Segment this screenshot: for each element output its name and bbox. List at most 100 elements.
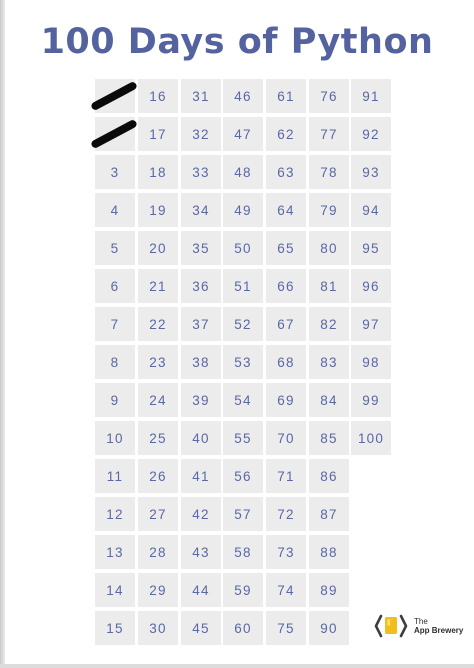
- day-number: 46: [234, 88, 252, 104]
- day-number: 79: [320, 202, 338, 218]
- day-number: 7: [110, 316, 120, 332]
- day-cell-66: 66: [266, 269, 306, 303]
- day-cell-8: 8: [95, 345, 135, 379]
- day-number: 72: [277, 506, 295, 522]
- day-number: 12: [106, 506, 124, 522]
- day-number: 47: [234, 126, 252, 142]
- day-number: 60: [234, 620, 252, 636]
- day-cell-96: 96: [351, 269, 391, 303]
- day-cell-51: 51: [223, 269, 263, 303]
- day-cell-83: 83: [309, 345, 349, 379]
- day-cell-76: 76: [309, 79, 349, 113]
- day-cell-67: 67: [266, 307, 306, 341]
- day-number: 91: [362, 88, 380, 104]
- day-cell-89: 89: [309, 573, 349, 607]
- logo-text-line2: App Brewery: [414, 626, 464, 635]
- day-cell-82: 82: [309, 307, 349, 341]
- day-cell-54: 54: [223, 383, 263, 417]
- day-number: 34: [192, 202, 210, 218]
- day-number: 84: [320, 392, 338, 408]
- day-number: 75: [277, 620, 295, 636]
- day-cell-22: 22: [138, 307, 178, 341]
- day-number: 5: [110, 240, 120, 256]
- day-cell-91: 91: [351, 79, 391, 113]
- day-number: 67: [277, 316, 295, 332]
- day-number: 90: [320, 620, 338, 636]
- day-number: 58: [234, 544, 252, 560]
- day-number: 74: [277, 582, 295, 598]
- day-number: 39: [192, 392, 210, 408]
- day-cell-92: 92: [351, 117, 391, 151]
- day-cell-56: 56: [223, 459, 263, 493]
- day-number: 85: [320, 430, 338, 446]
- day-cell-99: 99: [351, 383, 391, 417]
- day-cell-98: 98: [351, 345, 391, 379]
- day-cell-57: 57: [223, 497, 263, 531]
- day-number: 59: [234, 582, 252, 598]
- day-number: 63: [277, 164, 295, 180]
- day-number: 13: [106, 544, 124, 560]
- day-number: 44: [192, 582, 210, 598]
- day-number: 88: [320, 544, 338, 560]
- day-cell-46: 46: [223, 79, 263, 113]
- day-cell-90: 90: [309, 611, 349, 645]
- day-number: 68: [277, 354, 295, 370]
- day-number: 80: [320, 240, 338, 256]
- day-number: 9: [110, 392, 120, 408]
- day-cell-61: 61: [266, 79, 306, 113]
- day-number: 96: [362, 278, 380, 294]
- day-number: 48: [234, 164, 252, 180]
- day-cell-21: 21: [138, 269, 178, 303]
- day-number: 89: [320, 582, 338, 598]
- day-number: 6: [110, 278, 120, 294]
- day-number: 82: [320, 316, 338, 332]
- day-cell-62: 62: [266, 117, 306, 151]
- day-number: 53: [234, 354, 252, 370]
- day-cell-64: 64: [266, 193, 306, 227]
- day-cell-38: 38: [181, 345, 221, 379]
- day-cell-63: 63: [266, 155, 306, 189]
- day-number: 11: [106, 468, 124, 484]
- day-cell-36: 36: [181, 269, 221, 303]
- day-number: 76: [320, 88, 338, 104]
- day-number: 36: [192, 278, 210, 294]
- day-number: 69: [277, 392, 295, 408]
- day-number: 17: [149, 126, 167, 142]
- day-cell-10: 10: [95, 421, 135, 455]
- day-number: 86: [320, 468, 338, 484]
- day-number: 56: [234, 468, 252, 484]
- day-number: 3: [110, 164, 120, 180]
- day-cell-15: 15: [95, 611, 135, 645]
- day-cell-69: 69: [266, 383, 306, 417]
- day-cell-4: 4: [95, 193, 135, 227]
- day-cell-43: 43: [181, 535, 221, 569]
- day-number: 18: [149, 164, 167, 180]
- day-number: 55: [234, 430, 252, 446]
- day-number: 100: [357, 430, 385, 446]
- day-cell-49: 49: [223, 193, 263, 227]
- day-cell-85: 85: [309, 421, 349, 455]
- app-brewery-logo-icon: [374, 614, 408, 638]
- day-number: 26: [149, 468, 167, 484]
- day-cell-60: 60: [223, 611, 263, 645]
- day-cell-65: 65: [266, 231, 306, 265]
- day-cell-71: 71: [266, 459, 306, 493]
- day-number: 95: [362, 240, 380, 256]
- day-cell-20: 20: [138, 231, 178, 265]
- day-cell-52: 52: [223, 307, 263, 341]
- day-number: 23: [149, 354, 167, 370]
- day-cell-93: 93: [351, 155, 391, 189]
- day-cell-94: 94: [351, 193, 391, 227]
- day-cell-13: 13: [95, 535, 135, 569]
- day-number: 83: [320, 354, 338, 370]
- day-number: 92: [362, 126, 380, 142]
- day-cell-9: 9: [95, 383, 135, 417]
- day-number: 10: [106, 430, 124, 446]
- day-number: 30: [149, 620, 167, 636]
- day-cell-78: 78: [309, 155, 349, 189]
- day-number: 70: [277, 430, 295, 446]
- day-number: 41: [192, 468, 210, 484]
- day-number: 20: [149, 240, 167, 256]
- day-cell-24: 24: [138, 383, 178, 417]
- day-cell-39: 39: [181, 383, 221, 417]
